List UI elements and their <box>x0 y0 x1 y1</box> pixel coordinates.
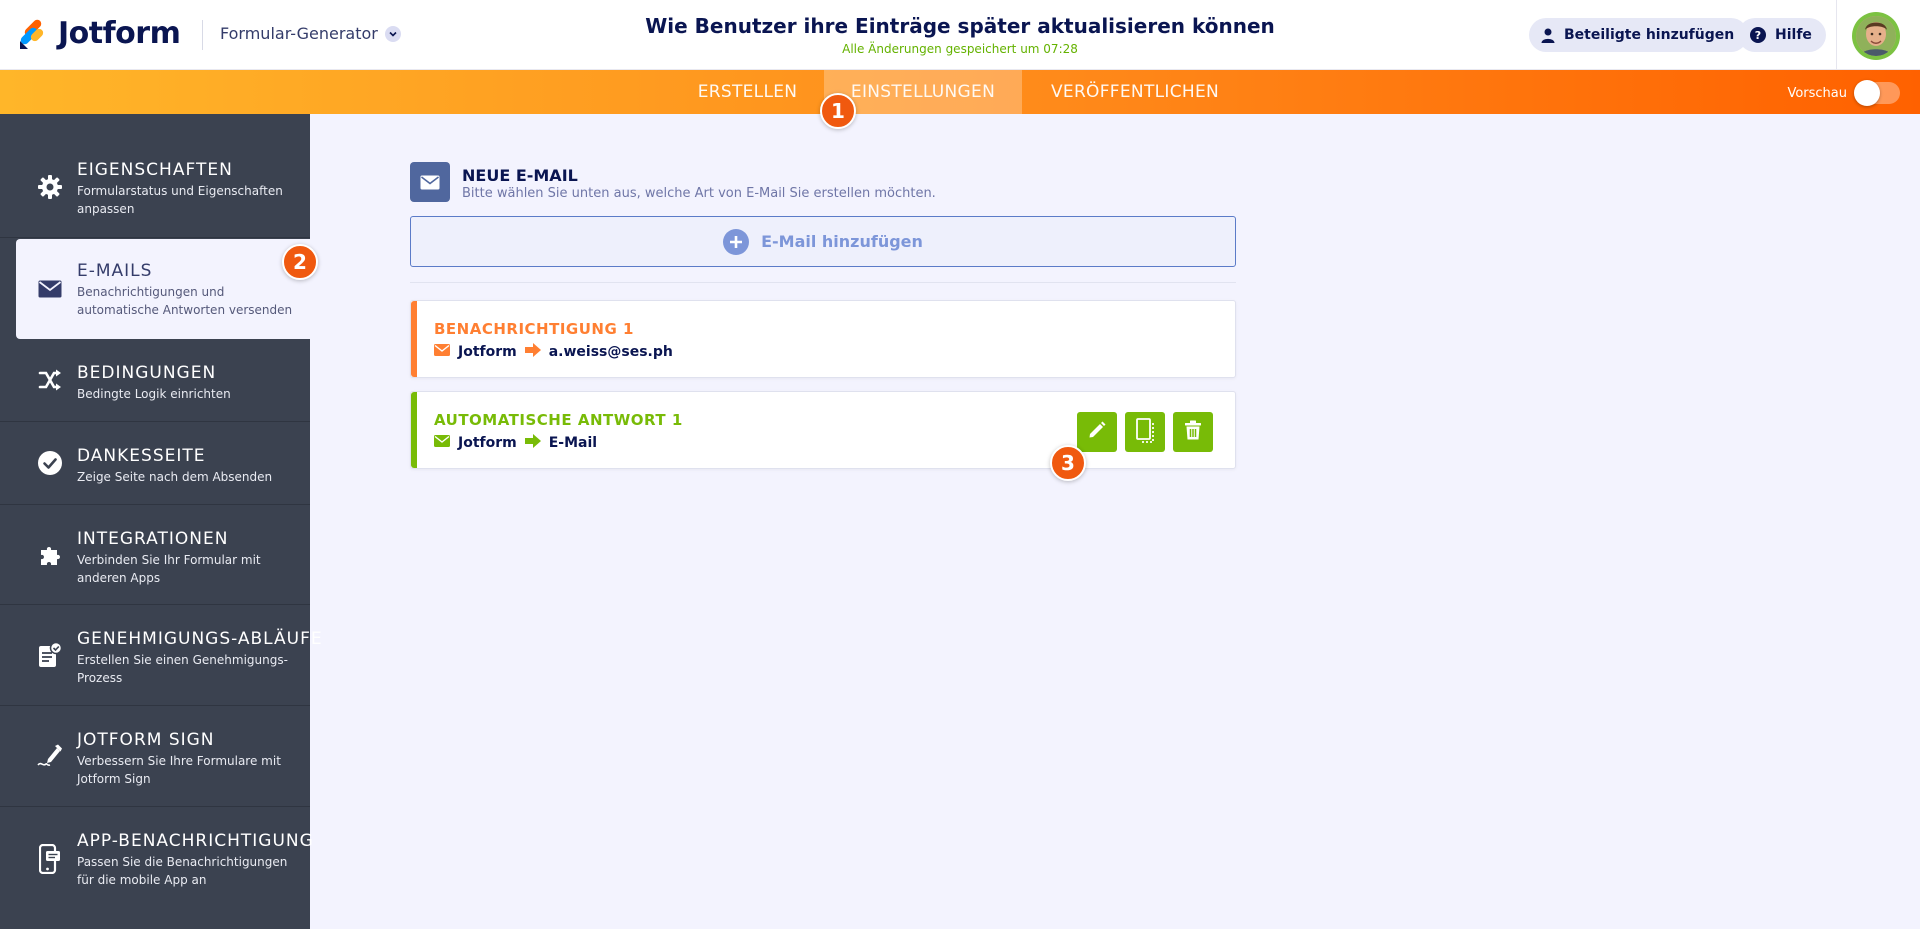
sidebar-item-integrations[interactable]: INTEGRATIONEN Verbinden Sie Ihr Formular… <box>0 505 310 605</box>
step-marker-2: 2 <box>282 244 318 280</box>
sidebar-item-thankyou[interactable]: DANKESSEITE Zeige Seite nach dem Absende… <box>0 422 310 505</box>
mobile-notification-icon <box>36 844 64 874</box>
sidebar-item-emails[interactable]: E-MAILS Benachrichtigungen und automatis… <box>16 239 310 339</box>
sidebar-item-jotform-sign[interactable]: JOTFORM SIGN Verbessern Sie Ihre Formula… <box>0 706 310 807</box>
builder-nav: ERSTELLEN EINSTELLUNGEN VERÖFFENTLICHEN … <box>0 70 1920 114</box>
email-card-flow: Jotform a.weiss@ses.ph <box>434 343 673 361</box>
preview-toggle-wrap: Vorschau <box>1787 80 1900 106</box>
email-card-flow: Jotform E-Mail <box>434 434 597 452</box>
check-circle-icon <box>36 449 64 477</box>
pencil-icon <box>1087 420 1107 444</box>
sidebar-item-desc: Zeige Seite nach dem Absenden <box>77 470 273 484</box>
delete-email-button[interactable] <box>1173 412 1213 452</box>
card-accent-bar <box>411 392 417 468</box>
email-card-to: a.weiss@ses.ph <box>548 344 673 360</box>
sidebar-item-approval-flows[interactable]: GENEHMIGUNGS-ABLÄUFE Erstellen Sie einen… <box>0 605 322 706</box>
puzzle-icon <box>36 541 64 569</box>
sidebar-item-title: DANKESSEITE <box>77 446 206 466</box>
email-card-from: Jotform <box>458 344 517 360</box>
sidebar-item-desc: Verbessern Sie Ihre Formulare mit Jotfor… <box>77 754 281 786</box>
envelope-icon <box>36 275 64 303</box>
envelope-icon <box>434 435 450 451</box>
sidebar-item-title: APP-BENACHRICHTIGUNG <box>77 831 314 851</box>
top-header: Jotform Formular-Generator Wie Benutzer … <box>0 0 1920 70</box>
gear-icon <box>36 173 64 201</box>
user-icon <box>1541 28 1555 43</box>
sidebar-item-conditions[interactable]: BEDINGUNGEN Bedingte Logik einrichten <box>0 339 310 422</box>
avatar-photo <box>1856 16 1896 56</box>
add-email-label: E-Mail hinzufügen <box>761 232 923 251</box>
approval-icon <box>36 641 64 669</box>
sidebar-item-desc: Passen Sie die Benachrichtigungen für di… <box>77 855 288 887</box>
trash-icon <box>1184 420 1202 444</box>
plus-circle-icon <box>723 228 750 255</box>
email-card-notification[interactable]: BENACHRICHTIGUNG 1 Jotform a.weiss@ses.p… <box>410 300 1236 378</box>
sidebar-item-title: BEDINGUNGEN <box>77 363 217 383</box>
sidebar-item-desc: Bedingte Logik einrichten <box>77 387 231 401</box>
help-button[interactable]: ? Hilfe <box>1738 18 1826 52</box>
email-card-to: E-Mail <box>548 435 598 451</box>
sidebar-item-desc: Benachrichtigungen und automatische Antw… <box>77 285 293 317</box>
content-divider <box>410 282 1236 283</box>
sidebar-item-title: GENEHMIGUNGS-ABLÄUFE <box>77 629 323 649</box>
add-email-button[interactable]: E-Mail hinzufügen <box>410 216 1236 267</box>
sidebar-item-title: EIGENSCHAFTEN <box>77 160 233 180</box>
toggle-knob <box>1854 80 1880 106</box>
new-email-title: NEUE E-MAIL <box>462 166 578 185</box>
add-collaborators-button[interactable]: Beteiligte hinzufügen <box>1529 18 1749 52</box>
avatar[interactable] <box>1852 12 1900 60</box>
svg-text:?: ? <box>1755 29 1761 42</box>
sidebar-item-desc: Verbinden Sie Ihr Formular mit anderen A… <box>77 553 261 585</box>
clone-icon <box>1134 417 1156 447</box>
preview-toggle[interactable] <box>1854 80 1900 106</box>
signature-pen-icon <box>36 742 64 770</box>
sidebar-item-title: JOTFORM SIGN <box>77 730 215 750</box>
sidebar-item-title: INTEGRATIONEN <box>77 529 229 549</box>
sidebar-item-properties[interactable]: EIGENSCHAFTEN Formularstatus und Eigensc… <box>0 114 310 238</box>
email-card-autoresponder[interactable]: AUTOMATISCHE ANTWORT 1 Jotform E-Mail <box>410 391 1236 469</box>
add-collaborators-label: Beteiligte hinzufügen <box>1564 27 1735 43</box>
edit-email-button[interactable] <box>1077 412 1117 452</box>
step-marker-3: 3 <box>1050 445 1086 481</box>
card-accent-bar <box>411 301 417 377</box>
email-card-title: BENACHRICHTIGUNG 1 <box>434 320 634 338</box>
header-divider-right <box>1836 0 1837 70</box>
sidebar-item-desc: Erstellen Sie einen Genehmigungs-Prozess <box>77 653 288 685</box>
tab-publish[interactable]: VERÖFFENTLICHEN <box>1030 70 1240 114</box>
email-card-title: AUTOMATISCHE ANTWORT 1 <box>434 411 683 429</box>
envelope-icon <box>410 162 450 202</box>
new-email-subtitle: Bitte wählen Sie unten aus, welche Art v… <box>462 186 936 201</box>
email-card-from: Jotform <box>458 435 517 451</box>
sidebar-item-title: E-MAILS <box>77 261 153 281</box>
shuffle-icon <box>36 366 64 394</box>
clone-email-button[interactable] <box>1125 412 1165 452</box>
settings-sidebar: EIGENSCHAFTEN Formularstatus und Eigensc… <box>0 114 322 929</box>
preview-label: Vorschau <box>1787 85 1847 101</box>
sidebar-item-app-notifications[interactable]: APP-BENACHRICHTIGUNG Passen Sie die Bena… <box>0 807 313 917</box>
help-label: Hilfe <box>1775 27 1812 43</box>
sidebar-item-desc: Formularstatus und Eigenschaften anpasse… <box>77 184 283 216</box>
tab-build[interactable]: ERSTELLEN <box>680 70 815 114</box>
step-marker-1: 1 <box>820 93 856 129</box>
envelope-icon <box>434 344 450 360</box>
arrow-right-icon <box>524 434 541 452</box>
question-circle-icon: ? <box>1750 27 1766 43</box>
arrow-right-icon <box>524 343 541 361</box>
